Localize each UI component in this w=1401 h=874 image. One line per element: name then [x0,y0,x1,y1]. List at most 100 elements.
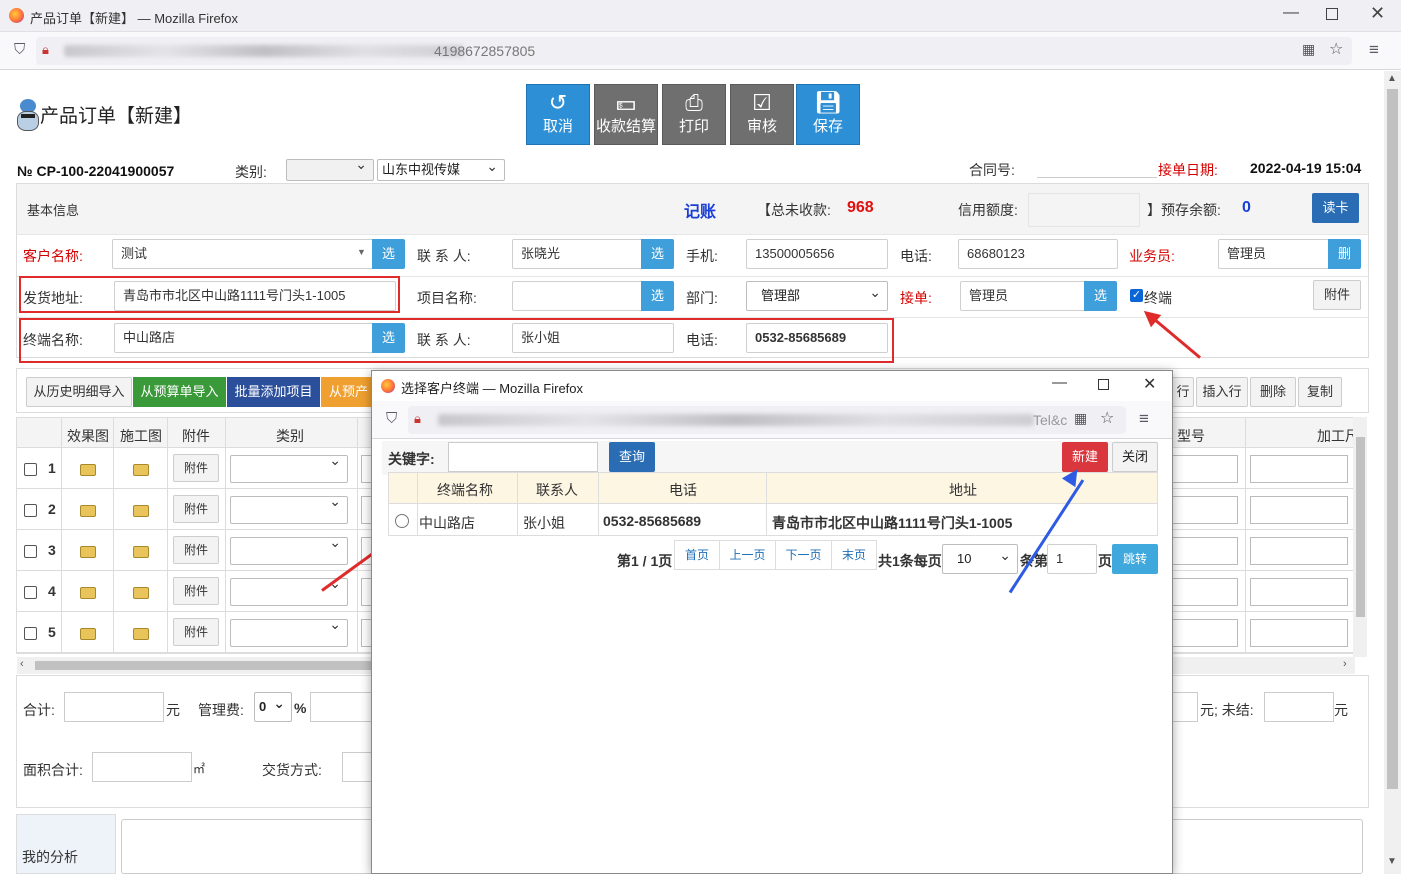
row-model-input[interactable] [1172,496,1238,524]
row-model-input[interactable] [1172,455,1238,483]
row-size-input[interactable] [1250,619,1348,647]
receiver-input[interactable]: 管理员 [960,281,1088,311]
receiver-select-button[interactable]: 选 [1084,281,1117,311]
salesman-delete-button[interactable]: 删 [1328,239,1361,269]
terminal-checkbox[interactable]: ✓ [1130,289,1143,302]
keyword-input[interactable] [448,442,598,472]
row-checkbox[interactable] [24,586,37,599]
effect-image-icon[interactable] [80,505,96,517]
contact-select-button[interactable]: 选 [641,239,674,269]
insert-row-button[interactable]: 插入行 [1196,377,1248,407]
read-card-button[interactable]: 读卡 [1312,193,1359,223]
ledger-link[interactable]: 记账 [684,198,716,222]
row-radio[interactable] [395,514,409,528]
row-checkbox[interactable] [24,545,37,558]
maximize-icon[interactable] [1326,8,1338,20]
qr-icon[interactable]: ▦ [1074,410,1087,427]
import-pre-button[interactable]: 从预产品 [321,377,376,407]
construction-image-icon[interactable] [133,505,149,517]
row-attachment-button[interactable]: 附件 [173,618,219,646]
row-attachment-button[interactable]: 附件 [173,577,219,605]
next-page-button[interactable]: 下一页 [775,540,832,570]
row-attachment-button[interactable]: 附件 [173,495,219,523]
batch-add-button[interactable]: 批量添加项目 [227,377,320,407]
delivery-input[interactable] [342,752,372,782]
save-button[interactable]: 💾︎ 保存 [796,84,860,145]
menu-icon[interactable]: ≡ [1139,409,1149,429]
shield-icon[interactable]: ⛉ [386,410,397,427]
bookmark-star-icon[interactable]: ☆ [1100,408,1114,428]
minimize-icon[interactable]: — [1283,4,1299,22]
construction-image-icon[interactable] [133,464,149,476]
row-action-button[interactable]: 行 [1172,377,1194,407]
salesman-input[interactable]: 管理员 [1218,239,1332,269]
total-input[interactable] [64,692,164,722]
import-budget-button[interactable]: 从预算单导入 [133,377,226,407]
dept-select[interactable]: 管理部 [746,278,888,311]
popup-close-icon[interactable]: ✕ [1143,374,1156,394]
attachment-button[interactable]: 附件 [1313,280,1361,310]
popup-minimize-icon[interactable]: — [1052,374,1067,391]
row-checkbox[interactable] [24,627,37,640]
close-button[interactable]: 关闭 [1112,442,1158,472]
effect-image-icon[interactable] [80,464,96,476]
settle-button[interactable]: 💵︎ 收款结算 [594,84,658,145]
effect-image-icon[interactable] [80,587,96,599]
row-checkbox[interactable] [24,463,37,476]
delete-row-button[interactable]: 删除 [1250,377,1296,407]
page-scrollbar[interactable]: ▲ ▼ [1384,71,1401,874]
phone-input[interactable]: 68680123 [958,239,1118,269]
grid-vscroll[interactable] [1353,417,1367,657]
popup-url-field[interactable]: 🔒︎ Tel&c ▦ ☆ [408,406,1126,434]
effect-image-icon[interactable] [80,546,96,558]
credit-input[interactable] [1028,193,1140,227]
row-model-input[interactable] [1172,578,1238,606]
received-input[interactable] [1172,692,1198,722]
mgmt-amount-input[interactable] [310,692,372,722]
search-button[interactable]: 查询 [609,442,655,472]
shield-icon[interactable]: ⛉ [14,41,25,58]
contract-input[interactable] [1037,177,1157,178]
project-input[interactable] [512,281,644,311]
row-attachment-button[interactable]: 附件 [173,454,219,482]
prev-page-button[interactable]: 上一页 [719,540,776,570]
row-category-select[interactable] [230,452,348,483]
cancel-button[interactable]: ↺ 取消 [526,84,590,145]
first-page-button[interactable]: 首页 [674,540,720,570]
construction-image-icon[interactable] [133,587,149,599]
close-window-icon[interactable]: ✕ [1370,3,1385,24]
bookmark-star-icon[interactable]: ☆ [1329,39,1343,59]
row-category-select[interactable] [230,534,348,565]
construction-image-icon[interactable] [133,546,149,558]
per-page-select[interactable]: 10 [942,541,1018,574]
row-model-input[interactable] [1172,537,1238,565]
popup-maximize-icon[interactable] [1098,379,1109,390]
area-total-input[interactable] [92,752,192,782]
row-checkbox[interactable] [24,504,37,517]
copy-row-button[interactable]: 复制 [1298,377,1342,407]
row-size-input[interactable] [1250,578,1348,606]
row-category-select[interactable] [230,616,348,647]
row-size-input[interactable] [1250,496,1348,524]
customer-input[interactable]: 测试 [112,239,374,269]
company-select[interactable]: 山东中视传媒 [377,156,505,181]
mgmt-fee-select[interactable]: 0 [254,689,292,722]
contact-input[interactable]: 张晓光 [512,239,644,269]
goto-page-input[interactable]: 1 [1047,544,1097,574]
jump-button[interactable]: 跳转 [1112,544,1158,574]
url-field[interactable]: 🔒︎ 4198672857805 ▦ ☆ [36,37,1352,65]
effect-image-icon[interactable] [80,628,96,640]
import-history-button[interactable]: 从历史明细导入 [26,377,132,407]
project-select-button[interactable]: 选 [641,281,674,311]
row-size-input[interactable] [1250,455,1348,483]
category-select[interactable] [286,156,374,181]
qr-icon[interactable]: ▦ [1302,41,1315,58]
row-attachment-button[interactable]: 附件 [173,536,219,564]
row-size-input[interactable] [1250,537,1348,565]
row-model-input[interactable] [1172,619,1238,647]
print-button[interactable]: ⎙ 打印 [662,84,726,145]
mobile-input[interactable]: 13500005656 [746,239,888,269]
customer-select-button[interactable]: 选 [372,239,405,269]
last-page-button[interactable]: 末页 [831,540,877,570]
row-category-select[interactable] [230,493,348,524]
